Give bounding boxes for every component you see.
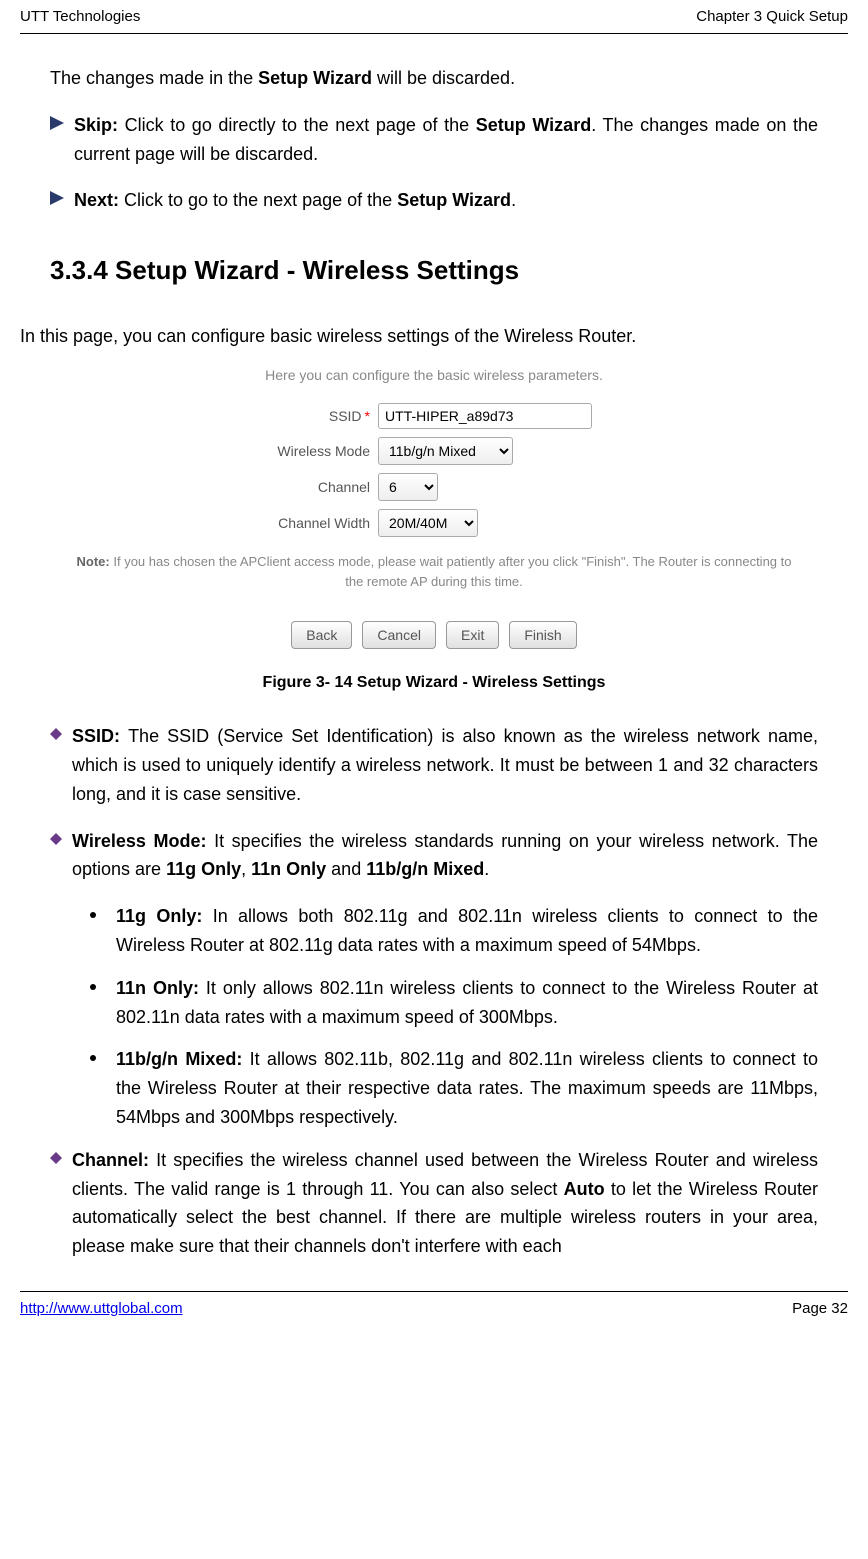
page-number: Page 32: [792, 1300, 848, 1317]
next-label: Next:: [74, 190, 124, 210]
paragraph: The changes made in the Setup Wizard wil…: [50, 64, 818, 93]
page-footer: http://www.uttglobal.com Page 32: [20, 1291, 848, 1332]
back-button[interactable]: Back: [291, 621, 352, 649]
cancel-button[interactable]: Cancel: [362, 621, 436, 649]
form-row-ssid: SSID*: [50, 403, 818, 429]
dot-icon: [90, 912, 96, 918]
ssid-desc-label: SSID:: [72, 726, 128, 746]
form-row-width: Channel Width 20M/40M: [50, 509, 818, 537]
section-heading: 3.3.4 Setup Wizard - Wireless Settings: [50, 255, 818, 286]
figure: Here you can configure the basic wireles…: [50, 367, 818, 692]
sub-n-label: 11n Only:: [116, 978, 206, 998]
header-left: UTT Technologies: [20, 8, 140, 25]
mode-desc-label: Wireless Mode:: [72, 831, 214, 851]
mode-select[interactable]: 11b/g/n Mixed: [378, 437, 513, 465]
figure-description: Here you can configure the basic wireles…: [50, 367, 818, 383]
bullet-skip: Skip: Click to go directly to the next p…: [50, 111, 818, 169]
sub-mix-label: 11b/g/n Mixed:: [116, 1049, 250, 1069]
figure-note: Note: If you has chosen the APClient acc…: [70, 552, 798, 591]
required-asterisk: *: [365, 408, 370, 424]
button-row: Back Cancel Exit Finish: [50, 621, 818, 649]
width-select[interactable]: 20M/40M: [378, 509, 478, 537]
sub-bullet-11g: 11g Only: In allows both 802.11g and 802…: [90, 902, 818, 960]
ssid-input[interactable]: [378, 403, 592, 429]
bullet-mode: Wireless Mode: It specifies the wireless…: [50, 827, 818, 885]
figure-caption: Figure 3- 14 Setup Wizard - Wireless Set…: [50, 674, 818, 692]
bullet-next: Next: Click to go to the next page of th…: [50, 186, 818, 215]
diamond-icon: [50, 833, 62, 845]
sub-g-label: 11g Only:: [116, 906, 213, 926]
diamond-icon: [50, 728, 62, 740]
channel-label: Channel: [230, 479, 378, 495]
finish-button[interactable]: Finish: [509, 621, 576, 649]
header-right: Chapter 3 Quick Setup: [696, 8, 848, 25]
diamond-icon: [50, 1152, 62, 1164]
width-label: Channel Width: [230, 515, 378, 531]
form-row-mode: Wireless Mode 11b/g/n Mixed: [50, 437, 818, 465]
ssid-label: SSID: [329, 408, 362, 424]
bullet-channel: Channel: It specifies the wireless chann…: [50, 1146, 818, 1261]
arrow-icon: [50, 116, 64, 130]
channel-desc-label: Channel:: [72, 1150, 156, 1170]
sub-bullet-11n: 11n Only: It only allows 802.11n wireles…: [90, 974, 818, 1032]
arrow-icon: [50, 191, 64, 205]
dot-icon: [90, 984, 96, 990]
bullet-ssid: SSID: The SSID (Service Set Identificati…: [50, 722, 818, 808]
mode-label: Wireless Mode: [230, 443, 378, 459]
dot-icon: [90, 1055, 96, 1061]
skip-label: Skip:: [74, 115, 125, 135]
page-header: UTT Technologies Chapter 3 Quick Setup: [20, 0, 848, 34]
sub-bullet-mixed: 11b/g/n Mixed: It allows 802.11b, 802.11…: [90, 1045, 818, 1131]
form-row-channel: Channel 6: [50, 473, 818, 501]
intro-paragraph: In this page, you can configure basic wi…: [20, 326, 818, 347]
footer-link[interactable]: http://www.uttglobal.com: [20, 1300, 183, 1317]
channel-select[interactable]: 6: [378, 473, 438, 501]
exit-button[interactable]: Exit: [446, 621, 499, 649]
